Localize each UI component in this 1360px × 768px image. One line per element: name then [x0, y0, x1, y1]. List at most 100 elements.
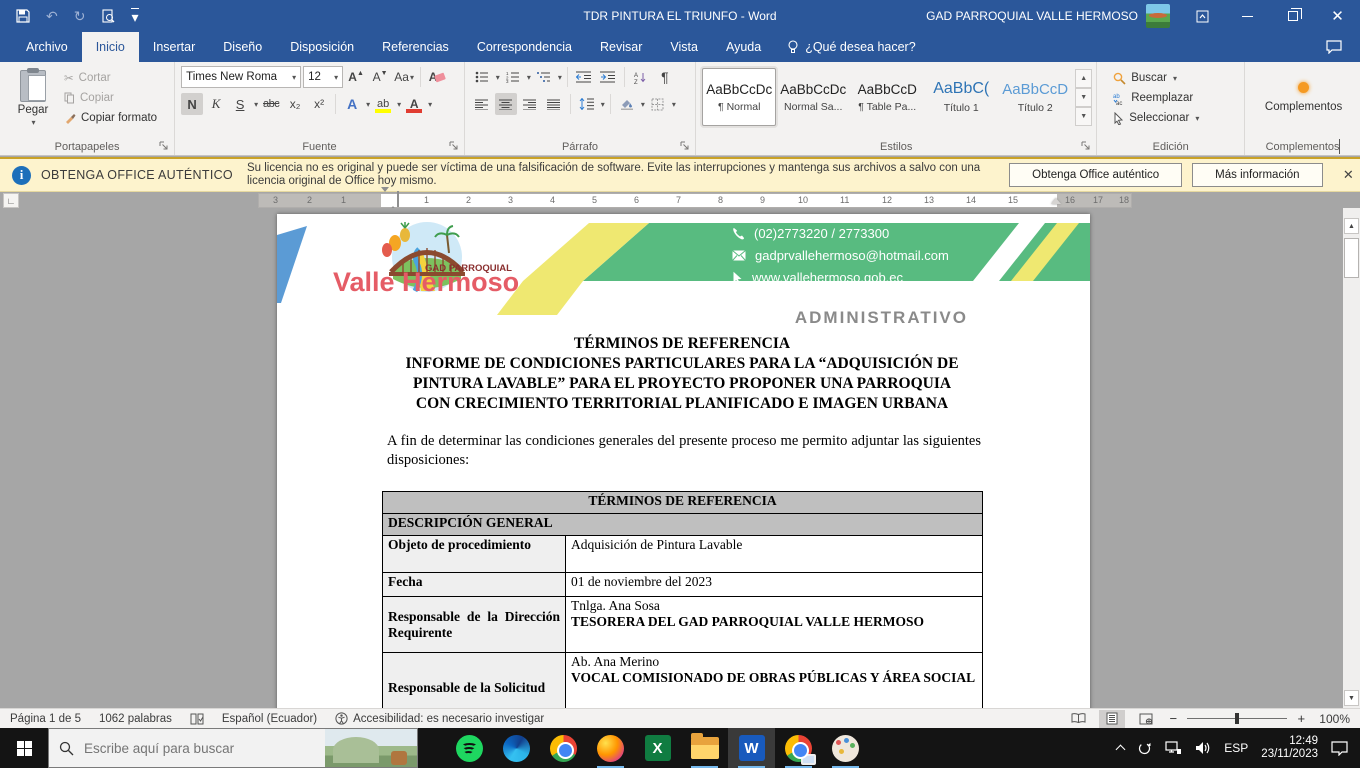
shading-button[interactable]	[616, 93, 638, 115]
shading-dropdown[interactable]: ▾	[641, 100, 645, 109]
style-titulo-2[interactable]: AaBbCcDTítulo 2	[998, 68, 1072, 126]
style-table-pa[interactable]: AaBbCcD¶ Table Pa...	[850, 68, 924, 126]
font-color-button[interactable]: A	[403, 93, 425, 115]
style-normal[interactable]: AaBbCcDc¶ Normal	[702, 68, 776, 126]
language-indicator[interactable]: Español (Ecuador)	[222, 713, 317, 725]
font-size-combobox[interactable]: 12▾	[303, 66, 343, 88]
tab-diseno[interactable]: Diseño	[209, 32, 276, 62]
banner-close-icon[interactable]: ✕	[1337, 167, 1360, 183]
sort-button[interactable]: AZ	[630, 66, 652, 88]
parrafo-dialog-launcher[interactable]	[680, 141, 692, 153]
tab-inicio[interactable]: Inicio	[82, 32, 139, 62]
document-page[interactable]: Valle Hermoso GAD PARROQUIAL (02)2773220…	[277, 214, 1090, 708]
increase-indent-button[interactable]	[597, 66, 619, 88]
tab-referencias[interactable]: Referencias	[368, 32, 463, 62]
tab-disposicion[interactable]: Disposición	[276, 32, 368, 62]
style-titulo-1[interactable]: AaBbC(Título 1	[924, 68, 998, 126]
comments-icon[interactable]	[1326, 32, 1360, 62]
horizontal-ruler[interactable]: 321123456789101112131415161718	[258, 193, 1132, 208]
learn-more-button[interactable]: Más información	[1192, 163, 1322, 187]
borders-button[interactable]	[647, 93, 669, 115]
taskbar-edge[interactable]	[493, 728, 540, 768]
zoom-level[interactable]: 100%	[1319, 712, 1350, 726]
taskbar-excel[interactable]: X	[634, 728, 681, 768]
align-center-button[interactable]	[495, 93, 517, 115]
save-icon[interactable]	[16, 9, 30, 23]
font-name-combobox[interactable]: Times New Roma▾	[181, 66, 301, 88]
scrollbar-thumb[interactable]	[1344, 238, 1359, 278]
print-layout-button[interactable]	[1099, 710, 1125, 728]
replace-button[interactable]: abac Reemplazar	[1109, 88, 1240, 108]
proofing-icon[interactable]	[190, 713, 204, 725]
minimize-button[interactable]	[1225, 0, 1270, 32]
align-left-button[interactable]	[471, 93, 493, 115]
grow-font-button[interactable]: A▲	[345, 66, 367, 88]
zoom-slider-thumb[interactable]	[1235, 713, 1239, 724]
decrease-indent-button[interactable]	[573, 66, 595, 88]
zoom-slider[interactable]	[1187, 718, 1287, 719]
get-genuine-office-button[interactable]: Obtenga Office auténtico	[1009, 163, 1182, 187]
action-center-icon[interactable]	[1331, 741, 1348, 756]
sync-app-icon[interactable]	[1137, 741, 1152, 756]
taskbar-spotify[interactable]	[446, 728, 493, 768]
read-mode-button[interactable]	[1065, 710, 1091, 728]
tab-archivo[interactable]: Archivo	[12, 32, 82, 62]
underline-button[interactable]: S	[229, 93, 251, 115]
bullets-dropdown[interactable]: ▾	[496, 73, 500, 82]
undo-icon[interactable]: ↶	[46, 9, 58, 23]
line-spacing-button[interactable]	[576, 93, 598, 115]
tray-clock[interactable]: 12:49 23/11/2023	[1261, 735, 1318, 761]
accessibility-status[interactable]: Accesibilidad: es necesario investigar	[335, 712, 544, 725]
tab-revisar[interactable]: Revisar	[586, 32, 656, 62]
scroll-down-icon[interactable]: ▼	[1344, 690, 1359, 706]
document-canvas[interactable]: Valle Hermoso GAD PARROQUIAL (02)2773220…	[0, 208, 1360, 708]
tab-insertar[interactable]: Insertar	[139, 32, 209, 62]
text-effects-button[interactable]: A	[341, 93, 363, 115]
highlight-dropdown[interactable]: ▾	[397, 100, 401, 109]
multilevel-list-button[interactable]	[533, 66, 555, 88]
tab-correspondencia[interactable]: Correspondencia	[463, 32, 586, 62]
text-effects-dropdown[interactable]: ▾	[366, 100, 370, 109]
restore-button[interactable]	[1270, 0, 1315, 32]
taskbar-search[interactable]	[48, 728, 418, 768]
shrink-font-button[interactable]: A▼	[369, 66, 391, 88]
align-right-button[interactable]	[519, 93, 541, 115]
justify-button[interactable]	[543, 93, 565, 115]
print-preview-icon[interactable]	[101, 9, 115, 23]
taskbar-file-explorer[interactable]	[681, 728, 728, 768]
select-button[interactable]: Seleccionar▾	[1109, 108, 1240, 128]
font-color-dropdown[interactable]: ▾	[428, 100, 432, 109]
style-normal-sa[interactable]: AaBbCcDcNormal Sa...	[776, 68, 850, 126]
account-avatar[interactable]	[1146, 4, 1170, 28]
cut-button[interactable]: ✂Cortar	[60, 68, 161, 88]
styles-scroll-up[interactable]: ▲	[1075, 69, 1092, 88]
tray-expand-chevron[interactable]	[1117, 743, 1124, 753]
collapse-ribbon-button[interactable]	[1339, 140, 1348, 149]
keyboard-language[interactable]: ESP	[1224, 741, 1248, 755]
multilevel-dropdown[interactable]: ▾	[558, 73, 562, 82]
italic-button[interactable]: K	[205, 93, 227, 115]
zoom-in-button[interactable]: +	[1295, 711, 1307, 726]
page-indicator[interactable]: Página 1 de 5	[10, 713, 81, 725]
bold-button[interactable]: N	[181, 93, 203, 115]
paste-button[interactable]: Pegar ▾	[6, 66, 60, 134]
portapapeles-dialog-launcher[interactable]	[159, 141, 171, 153]
strikethrough-button[interactable]: abc	[260, 93, 282, 115]
network-icon[interactable]	[1165, 741, 1182, 755]
account-name[interactable]: GAD PARROQUIAL VALLE HERMOSO	[926, 9, 1138, 23]
superscript-button[interactable]: x²	[308, 93, 330, 115]
ribbon-display-options-button[interactable]	[1180, 0, 1225, 32]
highlight-color-button[interactable]: ab	[372, 93, 394, 115]
volume-icon[interactable]	[1195, 741, 1211, 755]
find-button[interactable]: Buscar▾	[1109, 68, 1240, 88]
taskbar-word-active[interactable]: W	[728, 728, 775, 768]
format-painter-button[interactable]: Copiar formato	[60, 108, 161, 128]
show-marks-button[interactable]: ¶	[654, 66, 676, 88]
styles-scroll-down[interactable]: ▼	[1075, 88, 1092, 107]
line-spacing-dropdown[interactable]: ▾	[601, 100, 605, 109]
zoom-out-button[interactable]: −	[1167, 711, 1179, 726]
search-daily-image[interactable]	[325, 729, 417, 767]
styles-gallery-expand[interactable]: ▼	[1075, 107, 1092, 126]
web-layout-button[interactable]	[1133, 710, 1159, 728]
search-input[interactable]	[84, 741, 304, 756]
